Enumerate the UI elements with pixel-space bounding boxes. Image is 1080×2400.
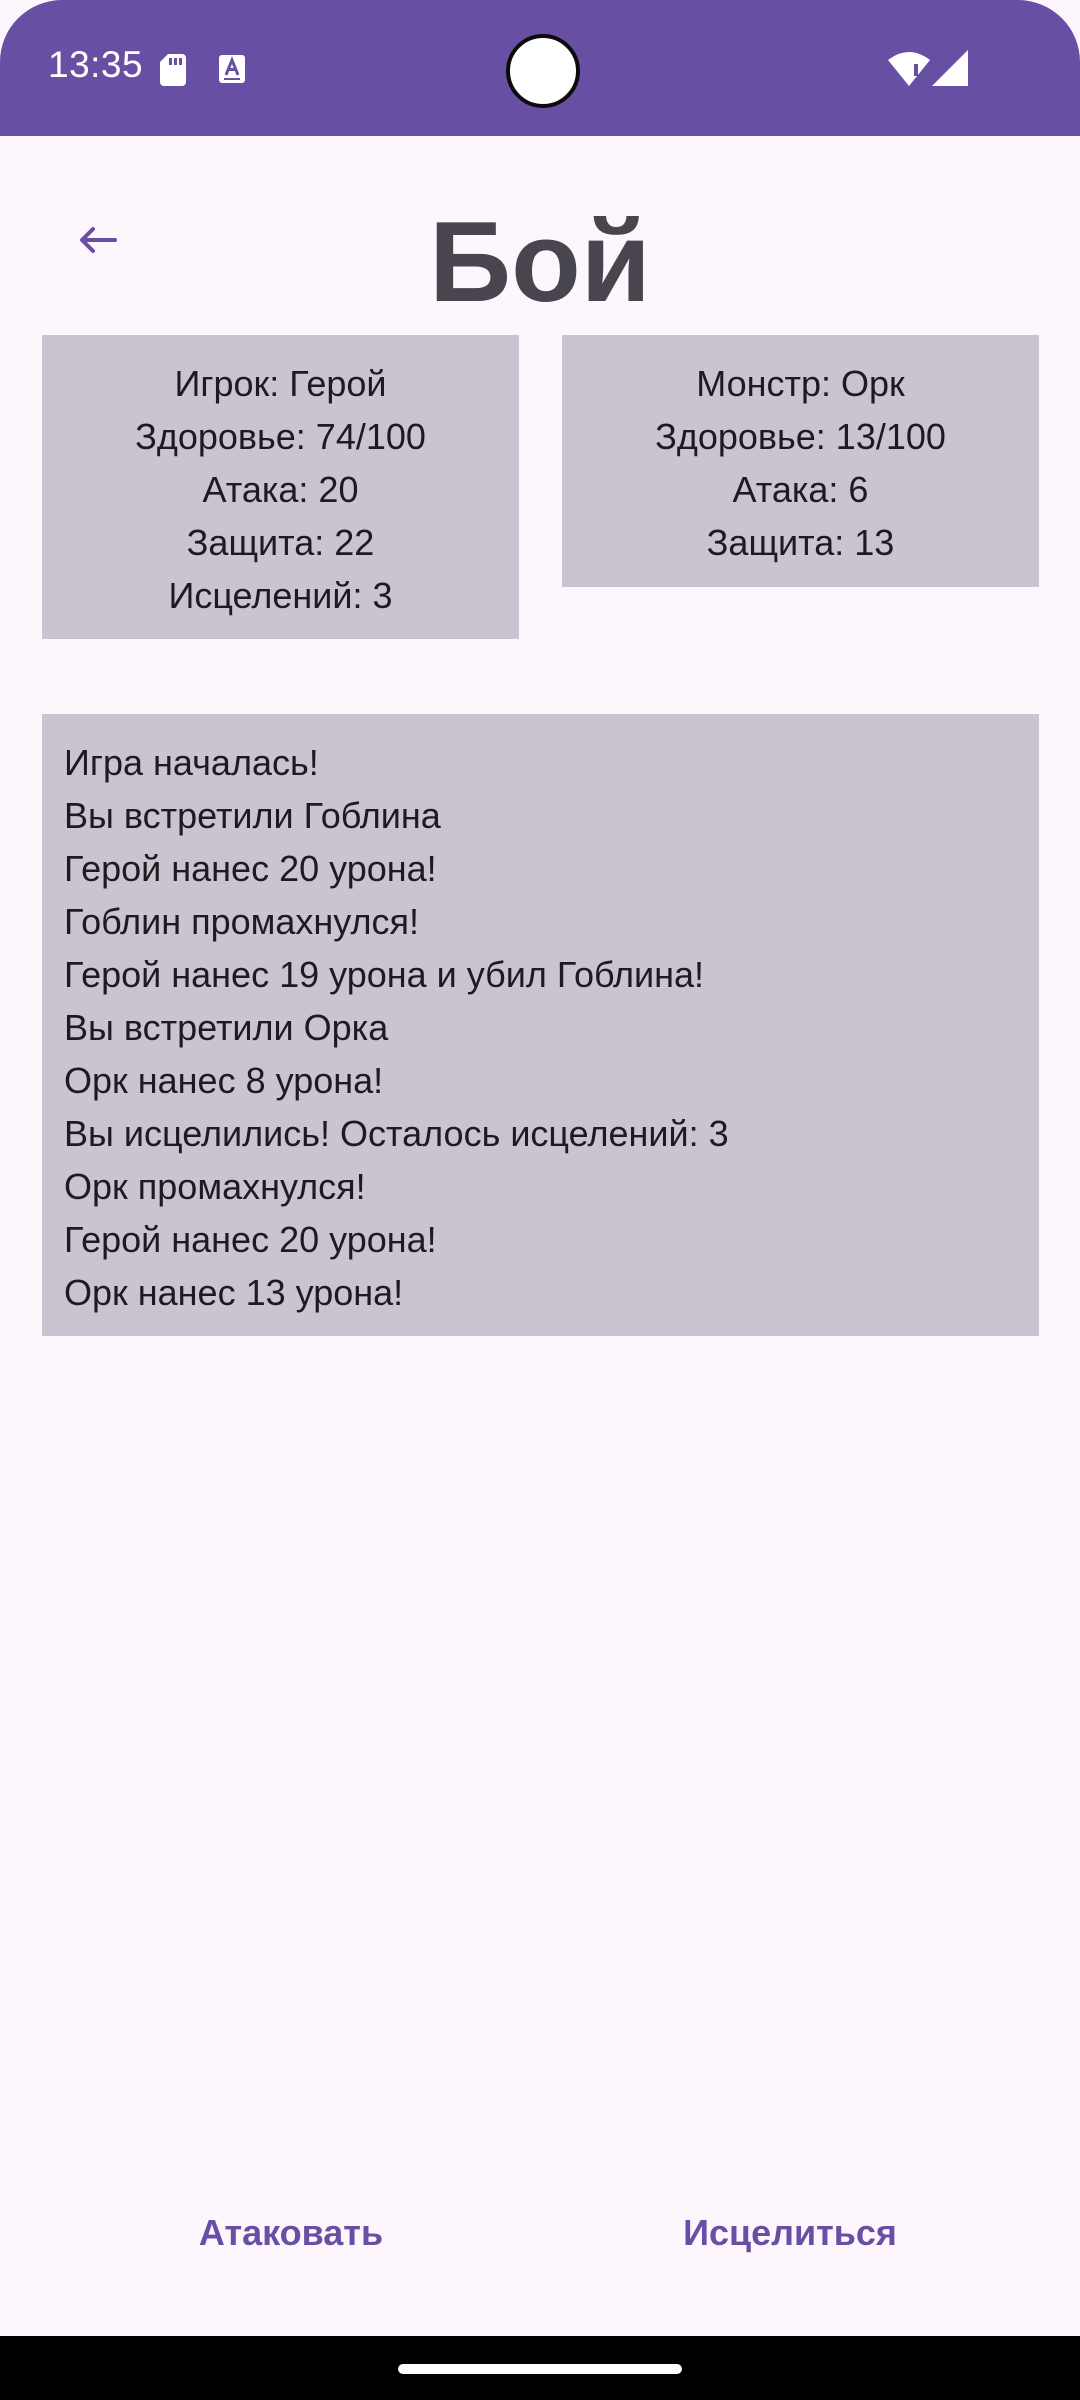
player-attack: Атака: 20: [202, 469, 359, 510]
player-defense: Защита: 22: [186, 522, 375, 563]
navigation-bar: [0, 2336, 1080, 2400]
status-bar: 13:35: [0, 0, 1080, 136]
log-line: Орк промахнулся!: [64, 1166, 366, 1207]
log-line: Вы исцелились! Осталось исцелений: 3: [64, 1113, 729, 1154]
player-stats-card: Игрок: Герой Здоровье: 74/100 Атака: 20 …: [42, 335, 519, 639]
log-line: Орк нанес 8 урона!: [64, 1060, 384, 1101]
wifi-icon: [888, 52, 930, 86]
monster-stats-card: Монстр: Орк Здоровье: 13/100 Атака: 6 За…: [562, 335, 1039, 587]
battle-log[interactable]: Игра началась! Вы встретили Гоблина Геро…: [42, 714, 1039, 1336]
monster-defense: Защита: 13: [706, 522, 895, 563]
log-line: Герой нанес 20 урона!: [64, 1219, 437, 1260]
accessibility-a-icon: [219, 55, 245, 83]
log-line: Вы встретили Орка: [64, 1007, 389, 1048]
monster-name: Монстр: Орк: [696, 363, 905, 404]
heal-button[interactable]: Исцелиться: [650, 2198, 930, 2268]
log-line: Гоблин промахнулся!: [64, 901, 420, 942]
log-line: Игра началась!: [64, 742, 319, 783]
player-name: Игрок: Герой: [174, 363, 387, 404]
sd-card-icon: [160, 54, 186, 86]
log-line: Герой нанес 20 урона!: [64, 848, 437, 889]
camera-cutout: [506, 34, 580, 108]
player-heals: Исцелений: 3: [168, 575, 393, 616]
monster-health: Здоровье: 13/100: [655, 416, 946, 457]
monster-attack: Атака: 6: [732, 469, 869, 510]
home-indicator[interactable]: [398, 2364, 682, 2374]
signal-icon: [932, 50, 968, 86]
page-title: Бой: [429, 199, 651, 326]
log-line: Герой нанес 19 урона и убил Гоблина!: [64, 954, 705, 995]
status-time: 13:35: [48, 44, 144, 85]
log-line: Вы встретили Гоблина: [64, 795, 441, 836]
log-line: Орк нанес 13 урона!: [64, 1272, 404, 1313]
player-health: Здоровье: 74/100: [135, 416, 426, 457]
attack-button[interactable]: Атаковать: [150, 2198, 432, 2268]
